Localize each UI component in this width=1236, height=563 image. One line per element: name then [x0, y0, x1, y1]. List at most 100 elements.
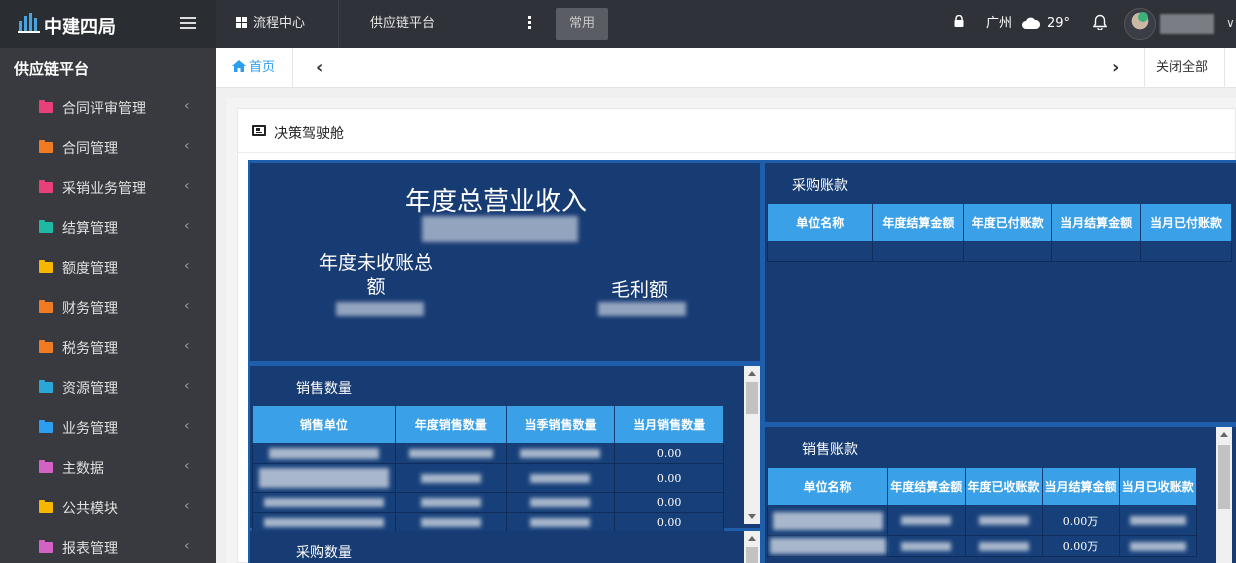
purchase-qty-scrollbar[interactable]: [744, 531, 760, 563]
weather-temperature: 29°: [1047, 16, 1071, 31]
sidebar-item[interactable]: 公共模块 ‹: [0, 488, 216, 528]
chevron-left-icon[interactable]: ‹: [184, 98, 190, 114]
sidebar-item[interactable]: 合同评审管理 ‹: [0, 88, 216, 128]
purchase-ap-card: [765, 163, 1236, 422]
column-header[interactable]: 销售单位: [252, 405, 396, 444]
sales-ar-scrollbar[interactable]: [1216, 427, 1232, 563]
scroll-up-icon[interactable]: [1220, 432, 1228, 437]
folder-icon: [39, 460, 53, 473]
chevron-left-icon[interactable]: ‹: [184, 498, 190, 514]
table-cell-blurred: [394, 443, 507, 464]
chevron-left-icon[interactable]: ‹: [184, 298, 190, 314]
column-header[interactable]: 当月已付账款: [1140, 203, 1232, 242]
user-name-blurred[interactable]: [1160, 14, 1214, 34]
column-header[interactable]: 当季销售数量: [505, 405, 616, 444]
table-cell-blurred: [1118, 535, 1198, 557]
profit-value-blurred: [598, 302, 686, 316]
column-header[interactable]: 单位名称: [766, 467, 889, 506]
chevron-left-icon[interactable]: ‹: [184, 258, 190, 274]
sidebar-item[interactable]: 税务管理 ‹: [0, 328, 216, 368]
chevron-left-icon[interactable]: ‹: [184, 378, 190, 394]
table-cell-blurred: [394, 492, 507, 513]
chevron-left-icon[interactable]: ‹: [184, 458, 190, 474]
column-header[interactable]: 年度已付账款: [963, 203, 1053, 242]
close-all-button[interactable]: 关闭全部: [1156, 48, 1208, 88]
sidebar-item[interactable]: 资源管理 ‹: [0, 368, 216, 408]
column-header[interactable]: 当月销售数量: [614, 405, 724, 444]
sales-qty-table: 销售单位 年度销售数量 当季销售数量 当月销售数量 0.00 0.00 0.00…: [252, 405, 724, 533]
sidebar-item-label: 税务管理: [62, 341, 118, 357]
column-header[interactable]: 单位名称: [766, 203, 874, 242]
scroll-thumb[interactable]: [746, 547, 758, 563]
scroll-thumb[interactable]: [1218, 445, 1230, 509]
table-cell: 0.00万: [1041, 535, 1120, 557]
nav-process-center[interactable]: 流程中心: [236, 0, 305, 48]
tab-divider: [1144, 48, 1145, 88]
column-header[interactable]: 当月已收账款: [1118, 467, 1198, 506]
sidebar-item-label: 财务管理: [62, 301, 118, 317]
column-header[interactable]: 年度已收账款: [964, 467, 1043, 506]
table-row[interactable]: 0.00万: [766, 505, 1198, 536]
folder-icon: [39, 140, 53, 153]
chevron-left-icon[interactable]: ‹: [184, 218, 190, 234]
tab-divider: [292, 48, 293, 88]
nav-supply-chain[interactable]: 供应链平台: [370, 0, 435, 48]
chevron-left-icon[interactable]: ‹: [184, 338, 190, 354]
logo[interactable]: 中建四局: [0, 0, 216, 48]
chevron-left-icon[interactable]: ‹: [184, 418, 190, 434]
scroll-down-icon[interactable]: [748, 514, 756, 519]
table-row[interactable]: 0.00: [252, 443, 724, 464]
home-icon: [232, 60, 246, 72]
table-cell-blurred: [766, 535, 889, 557]
sidebar-item[interactable]: 主数据 ‹: [0, 448, 216, 488]
chevron-left-icon[interactable]: ‹: [316, 57, 323, 78]
sidebar-item[interactable]: 采销业务管理 ‹: [0, 168, 216, 208]
column-header[interactable]: 年度销售数量: [394, 405, 507, 444]
sidebar-item-label: 公共模块: [62, 501, 118, 517]
chevron-down-icon[interactable]: ∨: [1226, 16, 1235, 30]
table-header-row: 单位名称 年度结算金额 年度已付账款 当月结算金额 当月已付账款: [766, 203, 1232, 242]
folder-icon: [39, 220, 53, 233]
table-cell-blurred: [394, 463, 507, 493]
scroll-up-icon[interactable]: [748, 536, 756, 541]
column-header[interactable]: 年度结算金额: [887, 467, 966, 506]
sidebar-item[interactable]: 额度管理 ‹: [0, 248, 216, 288]
tab-home[interactable]: 首页: [216, 48, 292, 88]
chevron-left-icon[interactable]: ‹: [184, 538, 190, 554]
sidebar-item[interactable]: 合同管理 ‹: [0, 128, 216, 168]
menu-icon[interactable]: [180, 17, 196, 31]
chevron-left-icon[interactable]: ‹: [184, 178, 190, 194]
table-row[interactable]: 0.00: [252, 512, 724, 533]
chevron-right-icon[interactable]: ›: [1112, 57, 1119, 78]
folder-icon: [39, 420, 53, 433]
table-cell-blurred: [505, 492, 616, 513]
table-row[interactable]: 0.00万: [766, 535, 1198, 557]
table-cell: 0.00万: [1041, 505, 1120, 536]
top-bar: 中建四局 流程中心 供应链平台 常用 广州 29° ∨: [0, 0, 1236, 48]
sales-ar-title: 销售账款: [802, 442, 858, 458]
sidebar-item[interactable]: 业务管理 ‹: [0, 408, 216, 448]
column-header[interactable]: 年度结算金额: [872, 203, 965, 242]
column-header[interactable]: 当月结算金额: [1041, 467, 1120, 506]
table-cell-blurred: [505, 512, 616, 533]
table-row[interactable]: [766, 241, 1232, 262]
sales-qty-scrollbar[interactable]: [744, 366, 760, 524]
common-button[interactable]: 常用: [556, 8, 608, 40]
table-cell: 0.00: [614, 443, 724, 464]
sidebar-item-label: 报表管理: [62, 541, 118, 557]
sidebar-item[interactable]: 财务管理 ‹: [0, 288, 216, 328]
table-row[interactable]: 0.00: [252, 463, 724, 493]
chevron-left-icon[interactable]: ‹: [184, 138, 190, 154]
scroll-up-icon[interactable]: [748, 371, 756, 376]
nav-label: 供应链平台: [370, 16, 436, 31]
folder-icon: [39, 260, 53, 273]
table-cell-blurred: [252, 492, 396, 513]
lock-icon[interactable]: [954, 15, 964, 27]
sidebar-item[interactable]: 报表管理 ‹: [0, 528, 216, 563]
bell-icon[interactable]: [1093, 14, 1107, 30]
sidebar-item[interactable]: 结算管理 ‹: [0, 208, 216, 248]
column-header[interactable]: 当月结算金额: [1051, 203, 1142, 242]
scroll-thumb[interactable]: [746, 382, 758, 414]
more-icon[interactable]: [528, 16, 532, 32]
table-row[interactable]: 0.00: [252, 492, 724, 513]
